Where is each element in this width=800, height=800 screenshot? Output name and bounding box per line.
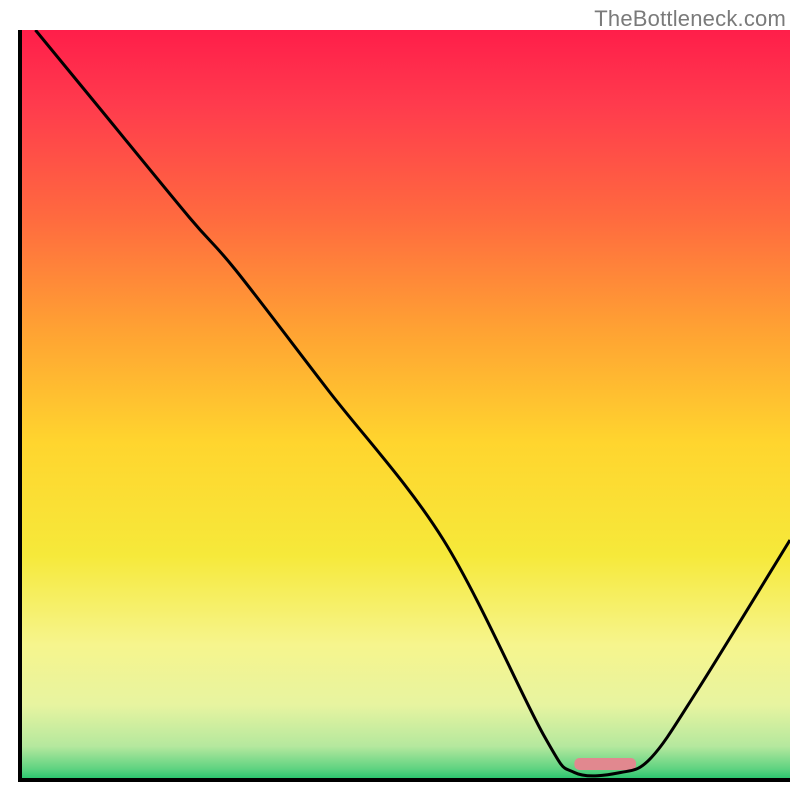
bottleneck-chart (0, 0, 800, 800)
gradient-background (20, 30, 790, 780)
watermark-text: TheBottleneck.com (594, 6, 786, 32)
optimal-range-marker (574, 758, 636, 770)
chart-container: TheBottleneck.com (0, 0, 800, 800)
plot-area (20, 30, 790, 780)
